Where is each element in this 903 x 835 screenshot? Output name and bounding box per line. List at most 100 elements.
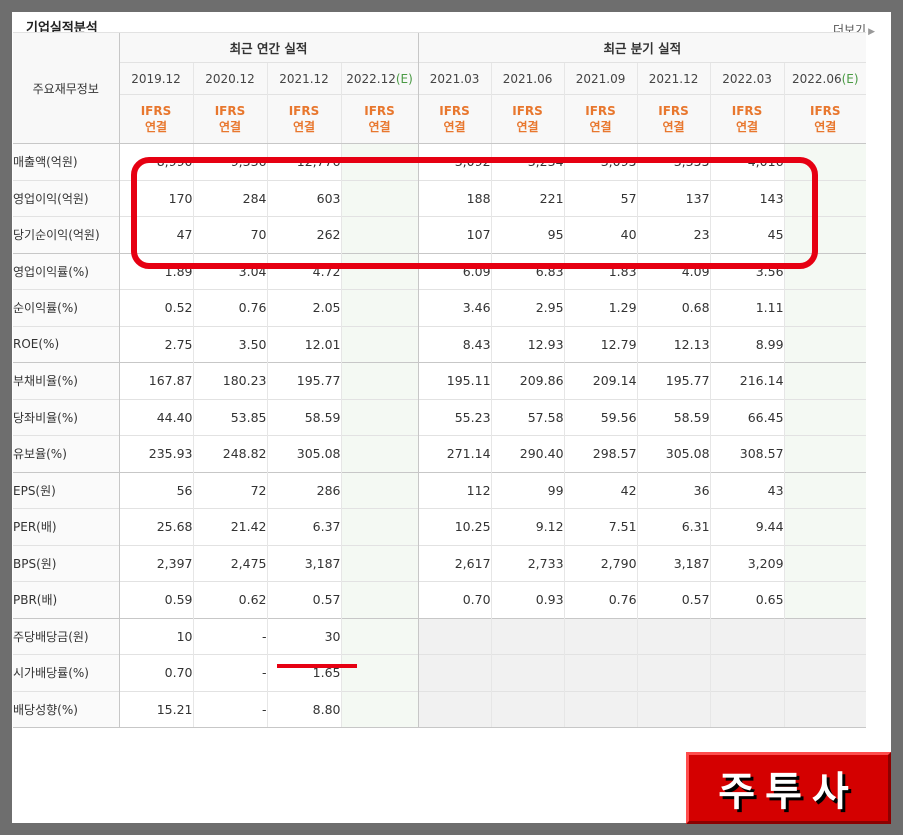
- estimate-marker: (E): [395, 71, 413, 86]
- period-label: 2021.03: [429, 71, 480, 86]
- ifrs-header: IFRS 연결: [340, 94, 419, 144]
- table-cell: 58.59: [266, 398, 341, 436]
- table-cell: 0.57: [636, 581, 711, 618]
- table-cell: [340, 581, 419, 618]
- table-cell: 0.52: [118, 289, 193, 326]
- row-label: 배당성향(%): [13, 690, 119, 728]
- table-cell: 9.12: [490, 508, 565, 545]
- table-cell: 10.25: [417, 508, 492, 545]
- table-cell: 3,187: [266, 544, 341, 582]
- table-cell: -: [192, 690, 267, 728]
- table-cell: 8.80: [266, 690, 341, 728]
- consolidated-label: 연결: [516, 120, 539, 134]
- table-cell: 3.50: [192, 325, 267, 363]
- period-header: 2022.06(E): [783, 62, 867, 95]
- table-cell: [340, 398, 419, 436]
- table-cell: 2,617: [417, 544, 492, 582]
- table-cell: 99: [490, 471, 565, 509]
- table-cell: [709, 654, 785, 691]
- table-cell: 305.08: [636, 435, 711, 472]
- period-header: 2020.12: [192, 62, 267, 95]
- table-cell: 286: [266, 471, 341, 509]
- table-cell: 0.65: [709, 581, 785, 618]
- table-cell: 9.44: [709, 508, 785, 545]
- table-cell: [563, 654, 638, 691]
- consolidated-label: 연결: [292, 120, 316, 134]
- table-cell: 209.14: [563, 362, 638, 399]
- ifrs-header: IFRS 연결: [636, 94, 711, 144]
- table-cell: 1.65: [266, 654, 341, 691]
- ifrs-header: IFRS 연결: [118, 94, 193, 144]
- table-cell: 6.31: [636, 508, 711, 545]
- table-cell: [340, 690, 419, 728]
- table-cell: 12.13: [636, 325, 711, 363]
- table-cell: 1.11: [709, 289, 785, 326]
- row-label: 영업이익률(%): [13, 252, 119, 290]
- table-cell: 72: [192, 471, 267, 509]
- period-header: 2021.06: [490, 62, 565, 95]
- table-cell: 6.37: [266, 508, 341, 545]
- table-cell: 0.68: [636, 289, 711, 326]
- table-cell: [783, 362, 867, 399]
- table-cell: 235.93: [118, 435, 193, 472]
- consolidated-label: 연결: [144, 120, 168, 134]
- ifrs-label: IFRS: [512, 104, 543, 118]
- ifrs-label: IFRS: [731, 104, 763, 118]
- table-cell: [636, 617, 711, 655]
- table-cell: 12.01: [266, 325, 341, 363]
- table-row: 당좌비율(%) 44.40 53.85 58.59 55.23 57.58 59.56 58.…: [13, 398, 867, 436]
- table-cell: [783, 690, 867, 728]
- consolidated-label: 연결: [443, 120, 466, 134]
- table-cell: [340, 471, 419, 509]
- table-cell: 12.93: [490, 325, 565, 363]
- ifrs-label: IFRS: [439, 104, 470, 118]
- ifrs-label: IFRS: [214, 104, 246, 118]
- ifrs-header: IFRS 연결: [563, 94, 638, 144]
- ifrs-label: IFRS: [288, 104, 320, 118]
- table-row: 유보율(%) 235.93 248.82 305.08 271.14 290.40 298.…: [13, 435, 867, 472]
- consolidated-label: 연결: [589, 120, 612, 134]
- ifrs-label: IFRS: [585, 104, 616, 118]
- table-cell: 305.08: [266, 435, 341, 472]
- table-cell: [490, 654, 565, 691]
- table-cell: 8.43: [417, 325, 492, 363]
- table-row: 부채비율(%) 167.87 180.23 195.77 195.11 209.86 209…: [13, 362, 867, 399]
- row-label: 유보율(%): [13, 435, 119, 472]
- row-label: BPS(원): [13, 544, 119, 582]
- table-cell: [709, 617, 785, 655]
- table-cell: 36: [636, 471, 711, 509]
- highlight-box: [131, 157, 818, 269]
- period-header: 2021.03: [417, 62, 492, 95]
- ifrs-header: IFRS 연결: [192, 94, 267, 144]
- table-cell: [563, 690, 638, 728]
- ifrs-label: IFRS: [364, 104, 395, 118]
- period-header: 2019.12: [118, 62, 193, 95]
- row-label: 순이익률(%): [13, 289, 119, 326]
- table-cell: 42: [563, 471, 638, 509]
- table-row: EPS(원) 56 72 286 112 99 42 36 43: [13, 471, 867, 509]
- period-label: 2021.06: [502, 71, 553, 86]
- ifrs-header: IFRS 연결: [417, 94, 492, 144]
- row-label: 주당배당금(원): [13, 617, 119, 655]
- consolidated-label: 연결: [218, 120, 242, 134]
- table-cell: [636, 654, 711, 691]
- period-label: 2022.06: [792, 71, 842, 86]
- table-cell: [783, 617, 867, 655]
- period-header: 2021.09: [563, 62, 638, 95]
- table-cell: 0.57: [266, 581, 341, 618]
- table-cell: 0.70: [417, 581, 492, 618]
- estimate-marker: (E): [841, 71, 859, 86]
- table-cell: 195.11: [417, 362, 492, 399]
- period-label: 2022.03: [722, 71, 772, 86]
- chevron-right-icon: ▶: [868, 27, 875, 37]
- table-row: ROE(%) 2.75 3.50 12.01 8.43 12.93 12.79 12.13 8.…: [13, 325, 867, 363]
- table-cell: 8.99: [709, 325, 785, 363]
- table-cell: -: [192, 617, 267, 655]
- table-row: 순이익률(%) 0.52 0.76 2.05 3.46 2.95 1.29 0.68 1.11: [13, 289, 867, 326]
- table-cell: 59.56: [563, 398, 638, 436]
- table-cell: [340, 362, 419, 399]
- table-cell: -: [192, 654, 267, 691]
- table-cell: 21.42: [192, 508, 267, 545]
- table-cell: 30: [266, 617, 341, 655]
- table-cell: [340, 654, 419, 691]
